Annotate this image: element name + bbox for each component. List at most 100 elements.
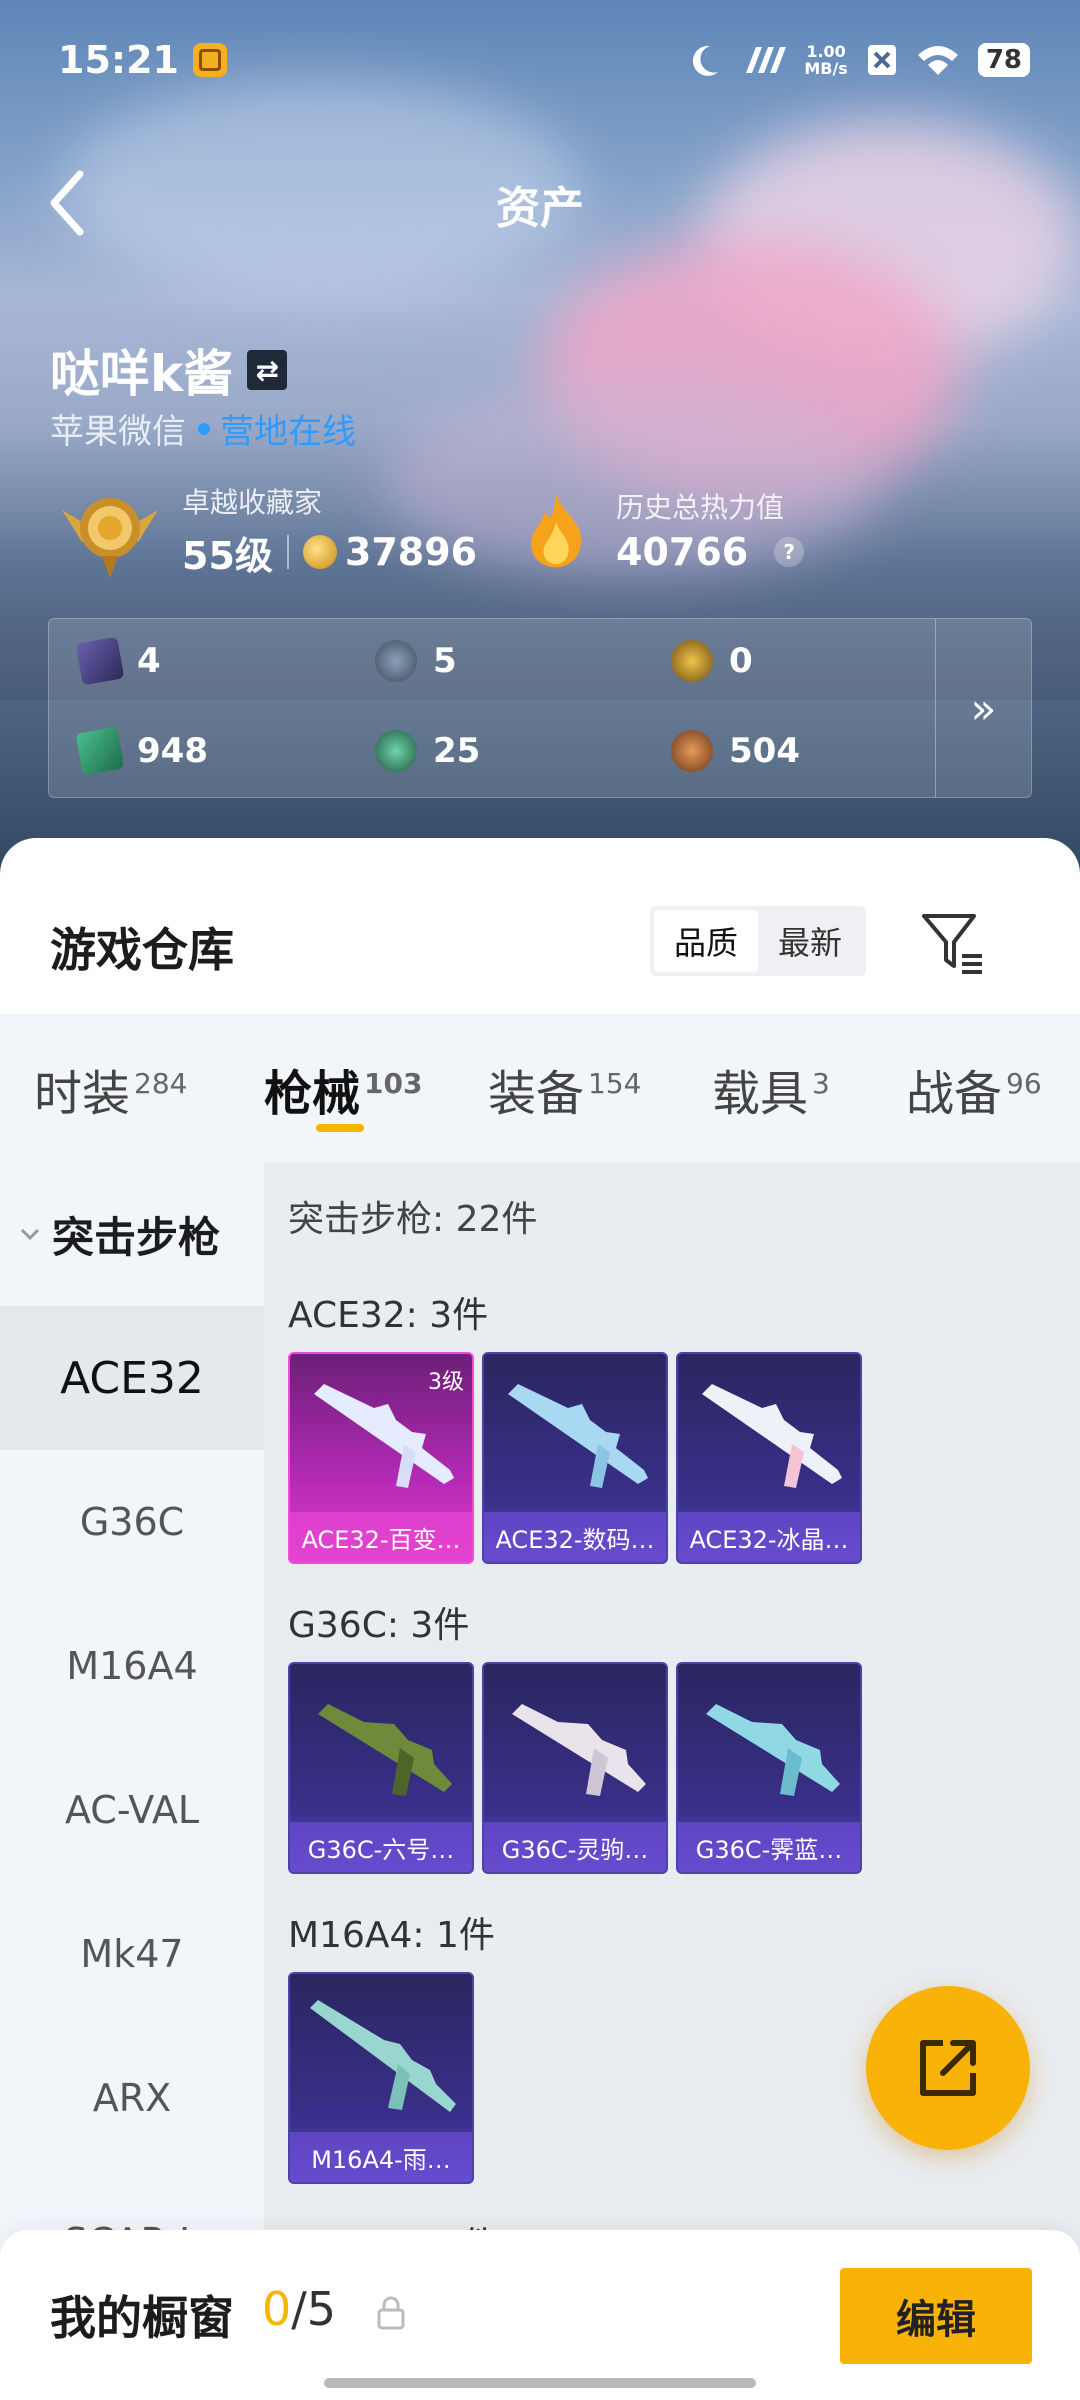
showcase-current: 0 (262, 2282, 292, 2336)
rifle-image (512, 1704, 646, 1796)
tab-tactical[interactable]: 战备 96 (906, 1054, 1042, 1124)
double-chevron-right-icon[interactable]: » (935, 619, 1031, 797)
weapon-card[interactable]: ACE32-冰晶… (676, 1352, 862, 1564)
weapon-card[interactable]: G36C-霁蓝… (676, 1662, 862, 1874)
rifle-image (508, 1384, 648, 1488)
collector-coin-icon (302, 535, 337, 569)
sidebar-item-ace32[interactable]: ACE32 (0, 1306, 264, 1450)
tab-fashion[interactable]: 时装 284 (34, 1054, 187, 1124)
online-status: 营地在线 (220, 412, 356, 452)
showcase-title: 我的橱窗 (50, 2291, 234, 2345)
user-name-row: 哒咩k酱 ⇄ (50, 334, 288, 406)
card-name: G36C-六号… (290, 1822, 472, 1872)
tab-label: 载具 (712, 1066, 809, 1122)
inventory-item: 25 (375, 729, 671, 773)
home-indicator[interactable] (324, 2378, 756, 2388)
weapon-card[interactable]: G36C-六号… (288, 1662, 474, 1874)
showcase-bar: 我的橱窗 0/5 编辑 (0, 2230, 1080, 2400)
tab-count: 284 (134, 1067, 188, 1100)
heat-stat[interactable]: 历史总热力值 40766 ? (514, 480, 805, 580)
inventory-item: 5 (375, 639, 671, 683)
switch-account-icon[interactable]: ⇄ (247, 350, 288, 390)
weapon-list: 突击步枪: 22件 ACE32: 3件 3级 ACE32-百变… ACE32-数… (264, 1162, 1080, 2400)
rifle-image (706, 1704, 840, 1796)
user-platform-row: 苹果微信 营地在线 (50, 404, 356, 453)
rifle-image (318, 1704, 452, 1796)
weapon-card[interactable]: M16A4-雨… (288, 1972, 474, 2184)
tab-label: 装备 (488, 1066, 585, 1122)
heat-label: 历史总热力值 (616, 491, 785, 524)
tab-label: 枪械 (264, 1066, 361, 1122)
inventory-panel[interactable]: 4 5 0 948 25 504 » (48, 618, 1032, 798)
inventory-value: 504 (729, 731, 800, 771)
lock-icon (377, 2296, 405, 2330)
rifle-image (310, 2000, 456, 2112)
inventory-item: 4 (75, 636, 375, 686)
sim-off-icon (867, 45, 896, 75)
tab-vehicles[interactable]: 载具 3 (712, 1054, 830, 1124)
share-button[interactable] (866, 1986, 1030, 2150)
rifle-image (702, 1384, 842, 1488)
moon-icon (693, 45, 719, 76)
showcase-max: /5 (291, 2282, 337, 2336)
sidebar-item-m16a4[interactable]: M16A4 (0, 1594, 264, 1738)
card-level-badge: 3级 (428, 1370, 464, 1395)
card-name: ACE32-百变… (290, 1512, 472, 1562)
tab-label: 时装 (34, 1066, 131, 1122)
flame-icon (531, 494, 582, 568)
purple-card-icon (75, 636, 125, 686)
filter-icon[interactable] (918, 908, 988, 978)
warehouse-title: 游戏仓库 (50, 923, 234, 977)
sidebar-item-arx[interactable]: ARX (0, 2026, 264, 2170)
inventory-value: 948 (137, 731, 208, 771)
sort-latest-button[interactable]: 最新 (758, 910, 862, 972)
user-platform: 苹果微信 (50, 412, 186, 452)
group-label-m16a4: M16A4: 1件 (288, 1915, 495, 1956)
page-title: 资产 (496, 183, 584, 234)
warehouse-header: 游戏仓库 品质 最新 (0, 838, 1080, 1014)
inventory-item: 504 (671, 729, 949, 773)
group-label-g36c: G36C: 3件 (288, 1605, 470, 1646)
wifi-icon (917, 46, 958, 75)
status-time: 15:21 (58, 38, 179, 82)
sort-toggle: 品质 最新 (650, 906, 866, 976)
weapon-card[interactable]: ACE32-数码… (482, 1352, 668, 1564)
tab-equipment[interactable]: 装备 154 (488, 1054, 641, 1124)
inventory-value: 4 (137, 641, 161, 681)
card-name: M16A4-雨… (290, 2132, 472, 2182)
card-name: ACE32-数码… (484, 1512, 666, 1562)
tab-firearms[interactable]: 枪械 103 (264, 1054, 422, 1124)
sidebar-item-g36c[interactable]: G36C (0, 1450, 264, 1594)
group-label-ace32: ACE32: 3件 (288, 1295, 489, 1336)
edit-showcase-button[interactable]: 编辑 (840, 2268, 1032, 2364)
weapon-card[interactable]: 3级 ACE32-百变… (288, 1352, 474, 1564)
collector-stat[interactable]: 卓越收藏家 55级 37896 (56, 480, 477, 580)
sidebar-group-assault-rifle[interactable]: 突击步枪 (0, 1162, 264, 1306)
active-tab-indicator (316, 1124, 364, 1132)
net-speed-value: 1.00 (806, 42, 846, 61)
online-dot (198, 422, 210, 435)
green-card-icon (75, 726, 125, 776)
inventory-item: 948 (75, 726, 375, 776)
help-icon[interactable]: ? (774, 537, 805, 567)
collector-level: 55级 (182, 533, 273, 578)
share-icon (920, 2040, 976, 2096)
signal-hd-icon (746, 47, 787, 73)
tab-count: 103 (364, 1067, 423, 1100)
collector-medal-icon (62, 498, 158, 578)
battery-indicator: 78 (977, 43, 1030, 77)
card-name: G36C-灵驹… (484, 1822, 666, 1872)
sidebar-group-label: 突击步枪 (52, 1212, 221, 1262)
card-name: ACE32-冰晶… (678, 1512, 860, 1562)
sidebar-item-ac-val[interactable]: AC-VAL (0, 1738, 264, 1882)
sidebar-item-mk47[interactable]: Mk47 (0, 1882, 264, 2026)
card-name: G36C-霁蓝… (678, 1822, 860, 1872)
user-name: 哒咩k酱 (50, 345, 234, 403)
gold-coin-icon (671, 640, 713, 682)
net-speed: 1.00 MB/s (804, 43, 847, 77)
weapon-card[interactable]: G36C-灵驹… (482, 1662, 668, 1874)
sort-quality-button[interactable]: 品质 (654, 910, 758, 972)
inventory-item: 0 (671, 639, 949, 683)
chevron-down-icon (20, 1228, 40, 1241)
tab-count: 96 (1006, 1067, 1042, 1100)
